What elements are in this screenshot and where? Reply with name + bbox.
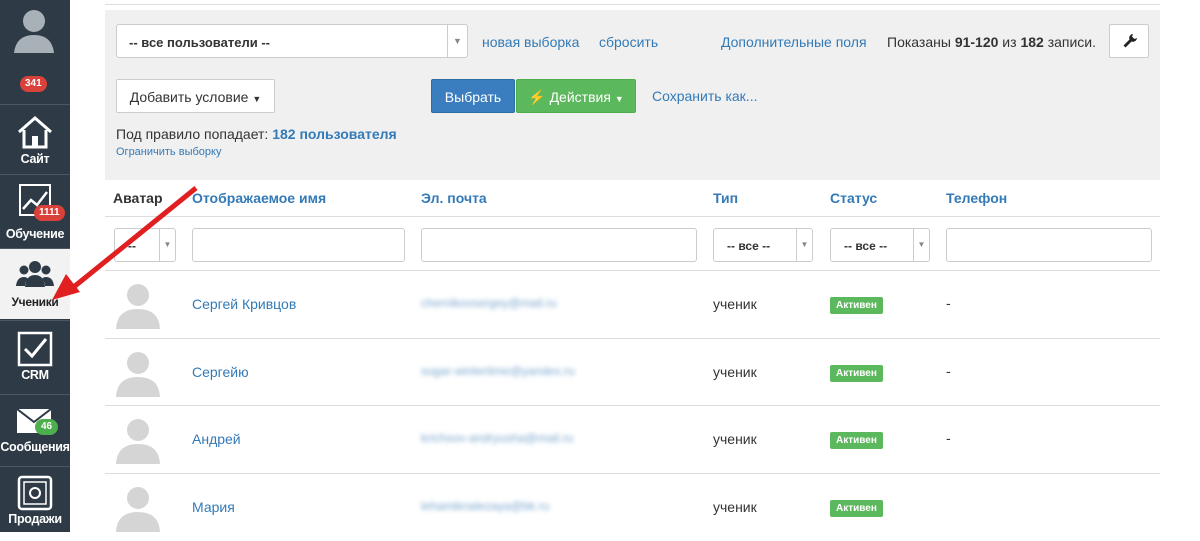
column-header-email[interactable]: Эл. почта: [421, 190, 487, 206]
table-row: Мария lehamiknalezaya@bk.ru ученик Актив…: [105, 474, 1160, 541]
user-avatar[interactable]: [113, 416, 163, 464]
sidebar-item-sales[interactable]: Продажи: [0, 467, 70, 532]
status-badge: Активен: [830, 432, 883, 449]
chevron-down-icon: ▼: [159, 229, 175, 261]
table-row: Андрей krichsov-andryusha@mail.ru ученик…: [105, 406, 1160, 473]
user-avatar[interactable]: [113, 484, 163, 532]
user-phone: -: [946, 295, 951, 311]
column-header-avatar: Аватар: [113, 190, 163, 206]
sidebar-item-messages[interactable]: 46 Сообщения: [0, 395, 70, 465]
sidebar: 341 Сайт 1111 Обучение Ученики CRM 46 Со…: [0, 0, 70, 532]
training-badge: 1111: [34, 205, 65, 221]
status-badge: Активен: [830, 500, 883, 517]
email-filter-input[interactable]: [421, 228, 697, 262]
extra-fields-link[interactable]: Дополнительные поля: [721, 34, 867, 50]
save-as-link[interactable]: Сохранить как...: [652, 88, 757, 104]
user-phone: -: [946, 430, 951, 446]
user-name-link[interactable]: Сергейю: [192, 364, 249, 380]
user-name-link[interactable]: Сергей Кривцов: [192, 296, 296, 312]
sidebar-item-label: Ученики: [11, 295, 59, 309]
table-row: Сергейю sugar-wintertime@yandex.ru учени…: [105, 339, 1160, 406]
wrench-icon: [1123, 34, 1137, 48]
home-icon: [18, 116, 52, 149]
user-name-link[interactable]: Андрей: [192, 431, 241, 447]
phone-filter-input[interactable]: [946, 228, 1152, 262]
user-email: lehamiknalezaya@bk.ru: [421, 499, 550, 513]
chevron-down-icon: ▼: [447, 25, 467, 57]
records-count: Показаны 91-120 из 182 записи.: [887, 34, 1097, 50]
name-filter-input[interactable]: [192, 228, 405, 262]
chevron-down-icon: ▼: [913, 229, 929, 261]
sidebar-item-crm[interactable]: CRM: [0, 321, 70, 393]
user-name-link[interactable]: Мария: [192, 499, 235, 515]
users-icon: [16, 261, 54, 287]
column-header-type[interactable]: Тип: [713, 190, 738, 206]
user-type: ученик: [713, 296, 757, 312]
type-filter-select[interactable]: -- все -- ▼: [713, 228, 813, 262]
safe-icon: [17, 475, 53, 511]
user-avatar[interactable]: [113, 349, 163, 397]
sidebar-item-label: CRM: [21, 368, 49, 382]
sidebar-item-site[interactable]: Сайт: [0, 105, 70, 173]
tab-bar-line: [105, 4, 1160, 5]
sidebar-item-label: Обучение: [5, 227, 65, 241]
profile-avatar[interactable]: [10, 5, 58, 55]
user-phone: -: [946, 363, 951, 379]
sidebar-item-students[interactable]: Ученики: [0, 249, 70, 319]
user-email: krichsov-andryusha@mail.ru: [421, 431, 574, 445]
messages-badge: 46: [35, 419, 59, 435]
add-condition-button[interactable]: Добавить условие ▼: [116, 79, 275, 113]
caret-down-icon: ▼: [614, 94, 624, 104]
column-header-name[interactable]: Отображаемое имя: [192, 190, 326, 206]
sidebar-item-label: Сайт: [20, 152, 50, 166]
sidebar-item-training[interactable]: 1111 Обучение: [0, 175, 70, 247]
reset-link[interactable]: сбросить: [599, 34, 658, 50]
profile-notification-badge[interactable]: 341: [20, 76, 47, 92]
user-email: chernikovsergey@mail.ru: [421, 296, 557, 310]
column-header-status[interactable]: Статус: [830, 190, 877, 206]
checkbox-icon: [17, 331, 53, 367]
user-avatar[interactable]: [113, 281, 163, 329]
select-button[interactable]: Выбрать: [431, 79, 515, 113]
column-header-phone[interactable]: Телефон: [946, 190, 1007, 206]
chevron-down-icon: ▼: [796, 229, 812, 261]
avatar-filter-select[interactable]: -- ▼: [114, 228, 176, 262]
user-email: sugar-wintertime@yandex.ru: [421, 364, 575, 378]
user-segment-select[interactable]: -- все пользователи -- ▼: [116, 24, 468, 58]
user-type: ученик: [713, 499, 757, 515]
status-filter-select[interactable]: -- все -- ▼: [830, 228, 930, 262]
status-badge: Активен: [830, 365, 883, 382]
lightning-icon: ⚡: [528, 89, 546, 105]
status-badge: Активен: [830, 297, 883, 314]
user-type: ученик: [713, 431, 757, 447]
user-type: ученик: [713, 364, 757, 380]
table-row: Сергей Кривцов chernikovsergey@mail.ru у…: [105, 271, 1160, 338]
limit-selection-link[interactable]: Ограничить выборку: [116, 146, 221, 158]
settings-button[interactable]: [1109, 24, 1149, 58]
caret-down-icon: ▼: [252, 94, 262, 104]
rule-count: 182 пользователя: [272, 126, 397, 142]
sidebar-item-label: Продажи: [8, 512, 62, 526]
sidebar-item-label: Сообщения: [0, 440, 70, 454]
actions-button[interactable]: ⚡ Действия ▼: [516, 79, 636, 113]
rule-summary: Под правило попадает: 182 пользователя: [116, 126, 397, 142]
new-selection-link[interactable]: новая выборка: [482, 34, 579, 50]
